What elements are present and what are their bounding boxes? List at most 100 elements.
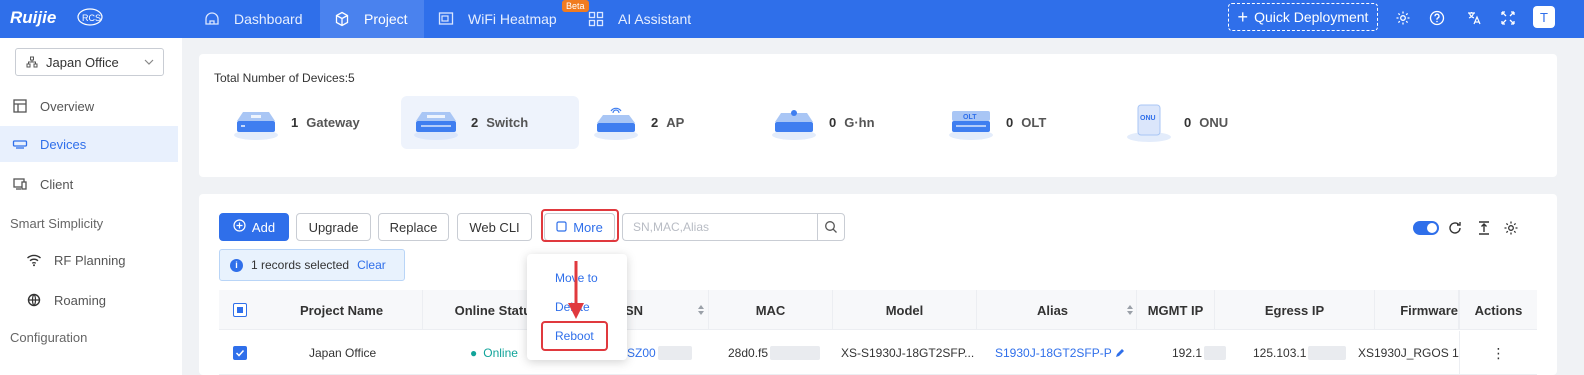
gear-icon[interactable]	[1394, 9, 1412, 27]
column-header-mgmt-ip[interactable]: MGMT IP	[1137, 290, 1215, 330]
svg-text:Ruijie: Ruijie	[10, 8, 56, 27]
gateway-device-icon	[231, 103, 281, 143]
sort-icon[interactable]	[1126, 304, 1134, 316]
quick-deployment-button[interactable]: + Quick Deployment	[1228, 3, 1378, 31]
sidebar-item-client-label: Client	[40, 176, 74, 192]
top-bar: Ruijie RCS Dashboard Project WiFi Heatma…	[0, 0, 1584, 38]
sidebar-item-client[interactable]: Client	[0, 166, 178, 202]
edit-icon[interactable]	[1114, 348, 1125, 359]
table-row[interactable]: Japan Office ● Online SZ00 28d0.f5 XS-S1…	[219, 331, 1537, 375]
svg-text:RCS: RCS	[82, 13, 101, 23]
redacted-block	[770, 346, 821, 360]
globe-icon	[26, 292, 42, 308]
export-icon[interactable]	[1475, 220, 1493, 236]
column-header-project-name[interactable]: Project Name	[261, 290, 423, 330]
sidebar-item-roaming-label: Roaming	[54, 292, 107, 308]
cell-egress-ip: 125.103.1	[1253, 331, 1347, 375]
column-header-alias[interactable]: Alias	[977, 290, 1137, 330]
web-cli-button[interactable]: Web CLI	[457, 213, 532, 241]
sn-link[interactable]: SZ00	[627, 346, 656, 360]
translate-icon[interactable]	[1465, 9, 1483, 27]
ghn-count: 0	[829, 115, 837, 130]
ghn-device-icon	[769, 103, 819, 143]
switch-label: Switch	[486, 115, 529, 130]
device-type-onu[interactable]: ONU 0 ONU	[1124, 96, 1284, 149]
select-all-checkbox-cell[interactable]	[219, 290, 261, 330]
avatar[interactable]: T	[1533, 6, 1555, 28]
search-input[interactable]: SN,MAC,Alias	[622, 213, 817, 241]
nav-wifi-heatmap[interactable]: WiFi Heatmap	[424, 0, 584, 38]
replace-button[interactable]: Replace	[378, 213, 449, 241]
cell-online-status: ● Online	[470, 331, 518, 375]
column-header-model[interactable]: Model	[833, 290, 977, 330]
device-type-ap[interactable]: 2 AP	[591, 96, 751, 149]
onu-count: 0	[1184, 115, 1192, 130]
sidebar-item-rf-planning[interactable]: RF Planning	[0, 242, 178, 278]
select-all-checkbox[interactable]	[233, 303, 247, 317]
gateway-label: Gateway	[306, 115, 360, 130]
selection-info-bar: i 1 records selected Clear	[219, 249, 405, 281]
fullscreen-icon[interactable]	[1499, 9, 1517, 27]
column-header-sn-label: SN	[625, 302, 644, 318]
column-header-egress-ip[interactable]: Egress IP	[1215, 290, 1375, 330]
sidebar-item-overview[interactable]: Overview	[0, 88, 178, 124]
column-header-alias-label: Alias	[1036, 302, 1069, 318]
upgrade-button[interactable]: Upgrade	[296, 213, 371, 241]
switch-device-icon	[411, 103, 461, 143]
device-type-gateway[interactable]: 1 Gateway	[231, 96, 411, 149]
column-header-mac[interactable]: MAC	[709, 290, 833, 330]
svg-text:ONU: ONU	[1140, 115, 1156, 122]
total-devices-label: Total Number of Devices:5	[214, 71, 355, 85]
column-header-actions: Actions	[1459, 290, 1537, 330]
alias-link[interactable]: S1930J-18GT2SFP-P	[995, 346, 1112, 360]
client-icon	[12, 176, 28, 192]
toggle-switch[interactable]	[1413, 221, 1439, 235]
svg-text:OLT: OLT	[963, 114, 977, 121]
device-type-switch[interactable]: 2 Switch	[401, 96, 579, 149]
ap-count: 2	[651, 115, 659, 130]
redacted-block	[1204, 346, 1227, 360]
ruijie-logo[interactable]: Ruijie RCS	[10, 6, 105, 30]
site-select[interactable]: Japan Office	[15, 48, 164, 76]
row-checkbox-cell[interactable]	[233, 331, 247, 375]
cube-icon	[334, 11, 350, 27]
search-button[interactable]	[817, 213, 845, 241]
device-list-card: Add Upgrade Replace Web CLI More SN,MAC,…	[199, 194, 1557, 375]
search-icon	[824, 220, 838, 234]
nav-ai-assistant[interactable]: AI Assistant	[584, 0, 714, 38]
mgmt-ip-text: 192.1	[1172, 346, 1203, 360]
cell-alias[interactable]: S1930J-18GT2SFP-P	[995, 331, 1125, 375]
sidebar-item-rf-planning-label: RF Planning	[54, 252, 126, 268]
help-icon[interactable]	[1428, 9, 1446, 27]
olt-device-icon: OLT	[946, 103, 996, 143]
device-type-olt[interactable]: OLT 0 OLT	[946, 96, 1106, 149]
column-settings-icon[interactable]	[1502, 220, 1520, 236]
add-button[interactable]: Add	[219, 213, 289, 241]
site-icon	[26, 56, 38, 68]
sidebar-item-devices[interactable]: Devices	[0, 126, 178, 162]
nav-dashboard[interactable]: Dashboard	[190, 0, 320, 38]
sidebar-item-roaming[interactable]: Roaming	[0, 282, 178, 318]
cell-model: XS-S1930J-18GT2SFP...	[841, 346, 975, 360]
row-actions-menu[interactable]: ⋮	[1459, 331, 1537, 375]
device-summary-card: Total Number of Devices:5 1 Gateway 2 Sw…	[199, 54, 1557, 177]
reboot-highlight	[541, 321, 608, 351]
more-button-highlight	[541, 209, 619, 242]
nav-project[interactable]: Project	[320, 0, 424, 38]
onu-label: ONU	[1199, 115, 1229, 130]
sort-icon[interactable]	[697, 304, 705, 316]
info-icon: i	[230, 258, 243, 272]
refresh-icon[interactable]	[1446, 220, 1464, 236]
cell-project-name: Japan Office	[309, 346, 377, 360]
device-type-ghn[interactable]: 0 G·hn	[769, 96, 929, 149]
clear-selection-link[interactable]: Clear	[357, 258, 386, 272]
switch-count: 2	[471, 115, 479, 130]
nav-ai-assistant-label: AI Assistant	[618, 11, 692, 27]
row-checkbox[interactable]	[233, 346, 247, 360]
sidebar-group-configuration: Configuration	[10, 330, 88, 345]
redacted-block	[1308, 346, 1347, 360]
plus-icon: +	[1237, 7, 1249, 27]
column-header-firmware[interactable]: Firmware	[1375, 290, 1459, 330]
overview-icon	[12, 98, 28, 114]
cell-sn[interactable]: SZ00	[627, 331, 692, 375]
